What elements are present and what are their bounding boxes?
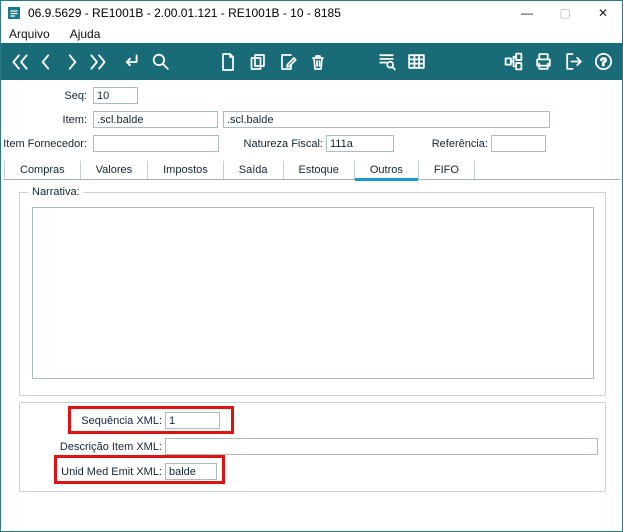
tab-estoque[interactable]: Estoque bbox=[284, 161, 355, 179]
first-record-icon[interactable] bbox=[7, 49, 33, 75]
seq-label: Seq: bbox=[64, 90, 87, 102]
descricao-item-xml-label: Descrição Item XML: bbox=[59, 441, 162, 453]
item-code-input[interactable] bbox=[93, 111, 218, 128]
narrativa-groupbox: Narrativa: bbox=[19, 186, 606, 396]
unid-med-emit-xml-input[interactable] bbox=[165, 463, 217, 480]
edit-document-icon[interactable] bbox=[275, 49, 301, 75]
tab-saida[interactable]: Saída bbox=[224, 161, 284, 179]
seq-input[interactable] bbox=[93, 87, 138, 104]
title-bar: 06.9.5629 - RE1001B - 2.00.01.121 - RE10… bbox=[1, 1, 622, 25]
natureza-fiscal-label: Natureza Fiscal: bbox=[243, 138, 323, 150]
next-record-icon[interactable] bbox=[59, 49, 85, 75]
tab-fifo[interactable]: FIFO bbox=[419, 161, 475, 179]
tab-valores[interactable]: Valores bbox=[81, 161, 149, 179]
new-document-icon[interactable] bbox=[215, 49, 241, 75]
menu-ajuda[interactable]: Ajuda bbox=[70, 27, 101, 41]
narrativa-textarea[interactable] bbox=[32, 207, 594, 379]
last-record-icon[interactable] bbox=[85, 49, 111, 75]
unid-med-emit-xml-label: Unid Med Emit XML: bbox=[61, 466, 162, 478]
item-description-input[interactable] bbox=[223, 111, 550, 128]
tab-compras[interactable]: Compras bbox=[4, 161, 81, 179]
referencia-input[interactable] bbox=[491, 135, 546, 152]
toolbar: ? bbox=[1, 43, 622, 80]
sequencia-xml-label: Sequência XML: bbox=[81, 415, 162, 427]
natureza-fiscal-input[interactable] bbox=[326, 135, 394, 152]
tab-impostos[interactable]: Impostos bbox=[148, 161, 224, 179]
svg-text:?: ? bbox=[600, 56, 606, 68]
referencia-label: Referência: bbox=[431, 138, 488, 150]
previous-record-icon[interactable] bbox=[33, 49, 59, 75]
table-grid-icon[interactable] bbox=[403, 49, 429, 75]
search-icon[interactable] bbox=[147, 49, 173, 75]
exit-icon[interactable] bbox=[560, 49, 586, 75]
tab-outros[interactable]: Outros bbox=[354, 161, 419, 181]
close-button[interactable]: ✕ bbox=[584, 1, 622, 25]
item-fornecedor-label: Item Fornecedor: bbox=[3, 138, 87, 150]
form-area: Seq: Item: Item Fornecedor: Natureza Fis… bbox=[1, 80, 622, 531]
help-icon[interactable]: ? bbox=[590, 49, 616, 75]
menu-bar: Arquivo Ajuda bbox=[1, 25, 622, 43]
item-label: Item: bbox=[62, 114, 87, 126]
related-programs-icon[interactable] bbox=[500, 49, 526, 75]
delete-icon[interactable] bbox=[305, 49, 331, 75]
narrativa-legend: Narrativa: bbox=[28, 186, 84, 198]
minimize-button[interactable]: — bbox=[508, 1, 546, 25]
window-controls: — ▢ ✕ bbox=[508, 1, 622, 25]
print-icon[interactable] bbox=[530, 49, 556, 75]
window-title: 06.9.5629 - RE1001B - 2.00.01.121 - RE10… bbox=[28, 6, 341, 20]
copy-document-icon[interactable] bbox=[245, 49, 271, 75]
descricao-item-xml-input[interactable] bbox=[165, 438, 598, 455]
tab-strip: Compras Valores Impostos Saída Estoque O… bbox=[4, 160, 620, 181]
xml-groupbox: Sequência XML: Descrição Item XML: Unid … bbox=[19, 402, 606, 492]
confirm-enter-icon[interactable] bbox=[117, 49, 143, 75]
maximize-button[interactable]: ▢ bbox=[546, 1, 584, 25]
item-fornecedor-input[interactable] bbox=[93, 135, 219, 152]
query-browse-icon[interactable] bbox=[373, 49, 399, 75]
app-icon bbox=[8, 7, 20, 19]
sequencia-xml-input[interactable] bbox=[165, 412, 220, 429]
app-window: 06.9.5629 - RE1001B - 2.00.01.121 - RE10… bbox=[0, 0, 623, 532]
menu-arquivo[interactable]: Arquivo bbox=[9, 27, 50, 41]
